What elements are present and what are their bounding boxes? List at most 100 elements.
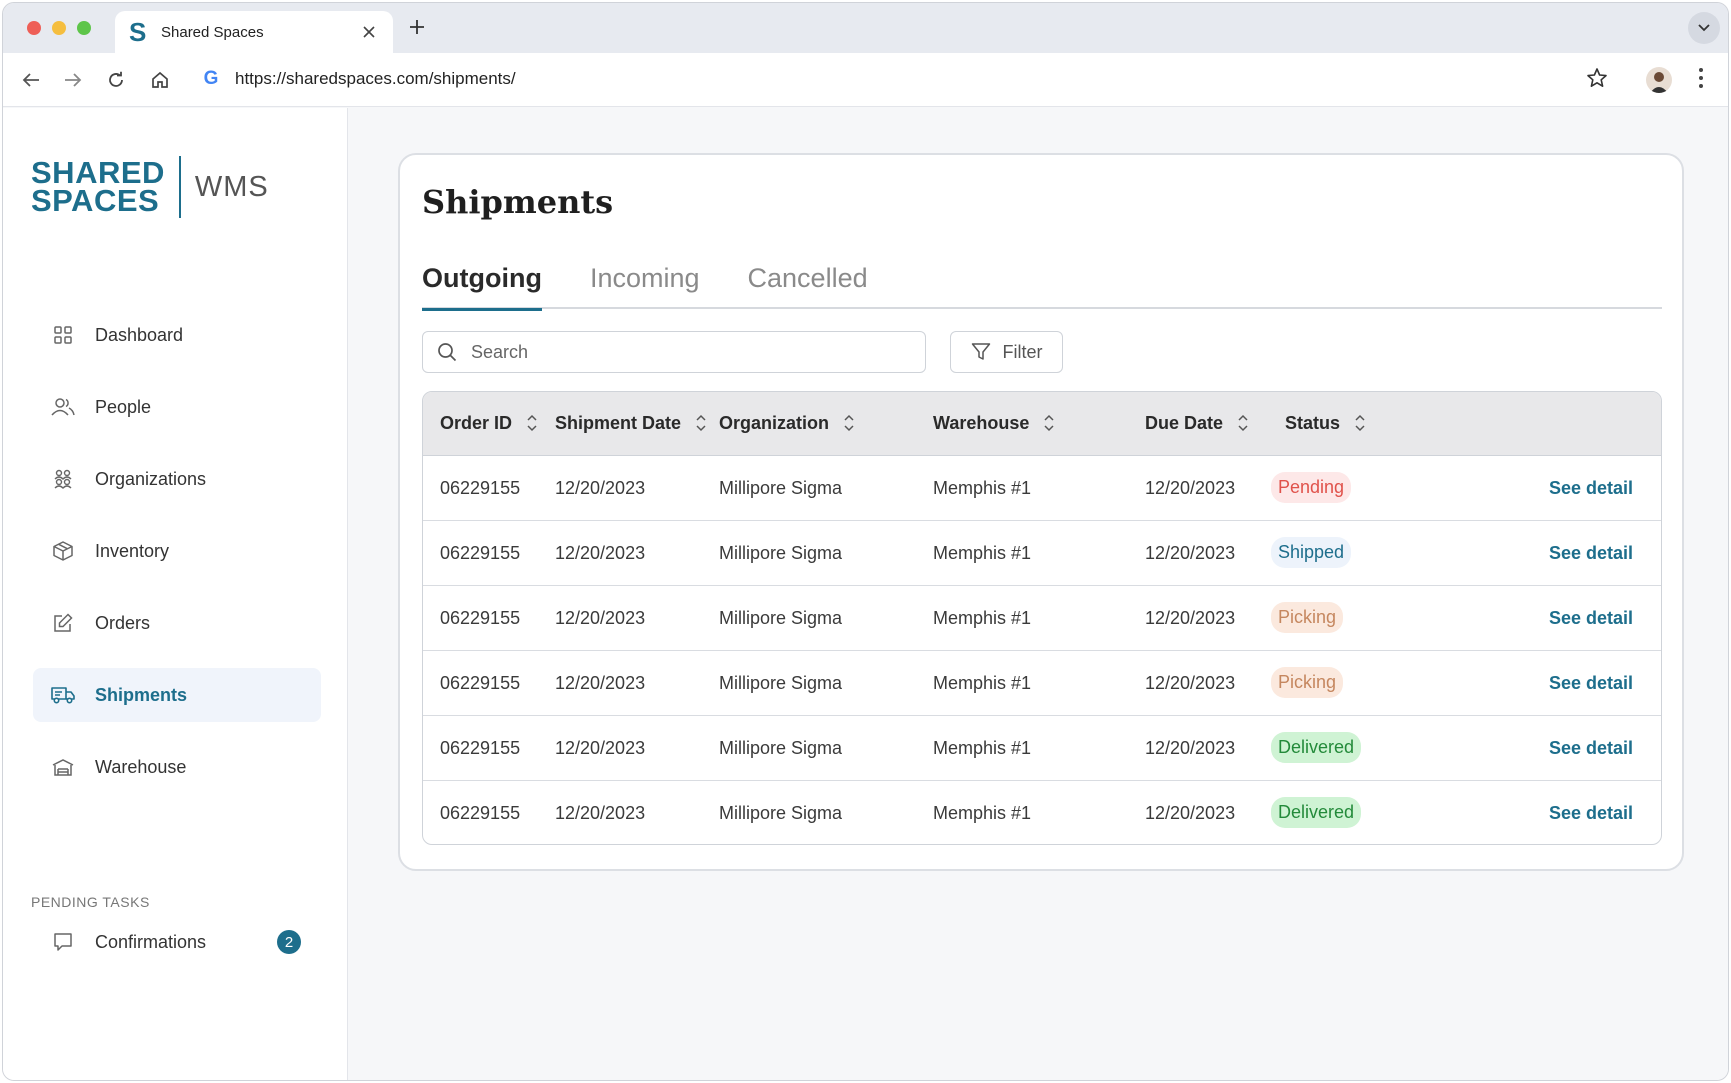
warehouse-cell: Memphis #1	[933, 608, 1032, 628]
organizations-icon	[51, 467, 75, 491]
order-id-cell: 06229155	[440, 478, 521, 498]
confirmation-icon	[51, 930, 75, 954]
tab-incoming[interactable]: Incoming	[590, 263, 700, 309]
sidebar-item-label: Warehouse	[95, 756, 187, 777]
search-box	[422, 331, 926, 373]
sidebar-item-label: Dashboard	[95, 324, 184, 345]
sidebar-item-label: Shipments	[95, 684, 188, 705]
reload-button[interactable]	[104, 68, 128, 92]
back-button[interactable]	[19, 68, 43, 92]
browser-window: S Shared Spaces G https://sharedspaces.c…	[2, 2, 1729, 1081]
sidebar-item-label: Organizations	[95, 468, 207, 489]
column-header-due-date[interactable]: Due Date	[1145, 412, 1249, 434]
see-detail-link[interactable]: See detail	[1549, 738, 1633, 759]
box-icon	[51, 539, 75, 563]
more-vertical-icon	[1699, 68, 1703, 88]
table-row: 06229155 12/20/2023 Millipore Sigma Memp…	[423, 586, 1661, 651]
table-header: Order ID Shipment Date Organization Ware…	[423, 392, 1661, 456]
see-detail-link[interactable]: See detail	[1549, 543, 1633, 564]
forward-button[interactable]	[61, 68, 85, 92]
warehouse-cell: Memphis #1	[933, 543, 1032, 563]
address-bar[interactable]: https://sharedspaces.com/shipments/	[235, 69, 516, 89]
sidebar-item-inventory[interactable]: Inventory	[33, 524, 321, 578]
shipments-table: Order ID Shipment Date Organization Ware…	[422, 391, 1662, 845]
minimize-window-button[interactable]	[52, 21, 66, 35]
browser-tabstrip: S Shared Spaces	[3, 3, 1728, 53]
close-tab-icon[interactable]	[359, 22, 379, 43]
sidebar-item-label: Inventory	[95, 540, 170, 561]
bookmark-button[interactable]	[1586, 67, 1610, 91]
logo-product-name: WMS	[194, 170, 269, 203]
order-id-cell: 06229155	[440, 803, 521, 823]
due-date-cell: 12/20/2023	[1145, 608, 1236, 628]
browser-tab[interactable]: S Shared Spaces	[115, 11, 393, 53]
logo-divider	[178, 156, 181, 218]
sort-icon	[527, 414, 537, 432]
sort-icon	[1044, 414, 1054, 432]
sidebar-item-organizations[interactable]: Organizations	[33, 452, 321, 506]
table-row: 06229155 12/20/2023 Millipore Sigma Memp…	[423, 781, 1661, 844]
column-header-order-id[interactable]: Order ID	[440, 412, 538, 434]
status-badge: Pending	[1271, 472, 1352, 503]
column-header-organization[interactable]: Organization	[719, 412, 855, 434]
column-header-status[interactable]: Status	[1285, 412, 1366, 434]
sort-icon	[1355, 414, 1365, 432]
new-tab-button[interactable]	[405, 14, 429, 42]
status-badge: Delivered	[1271, 732, 1362, 763]
search-input[interactable]	[471, 341, 891, 363]
tab-outgoing[interactable]: Outgoing	[422, 263, 542, 311]
sidebar-item-orders[interactable]: Orders	[33, 596, 321, 650]
sidebar-item-warehouse[interactable]: Warehouse	[33, 740, 321, 794]
arrow-left-icon	[22, 73, 39, 87]
google-icon: G	[203, 68, 219, 89]
confirmations-count-badge: 2	[277, 930, 301, 954]
sidebar-item-confirmations[interactable]: Confirmations 2	[33, 915, 321, 969]
status-badge: Picking	[1271, 667, 1344, 698]
warehouse-cell: Memphis #1	[933, 673, 1032, 693]
warehouse-cell: Memphis #1	[933, 803, 1032, 823]
sidebar-item-label: Confirmations	[95, 931, 207, 952]
home-button[interactable]	[148, 68, 172, 92]
pending-tasks-heading: PENDING TASKS	[31, 894, 150, 910]
order-id-cell: 06229155	[440, 738, 521, 758]
due-date-cell: 12/20/2023	[1145, 543, 1236, 563]
column-header-shipment-date[interactable]: Shipment Date	[555, 412, 707, 434]
organization-cell: Millipore Sigma	[719, 803, 843, 823]
tab-cancelled[interactable]: Cancelled	[748, 263, 868, 309]
shipment-tabs: Outgoing Incoming Cancelled	[422, 263, 1662, 311]
browser-menu-button[interactable]	[1698, 67, 1708, 93]
see-detail-link[interactable]: See detail	[1549, 673, 1633, 694]
sidebar-item-people[interactable]: People	[33, 380, 321, 434]
sidebar-item-shipments[interactable]: Shipments	[33, 668, 321, 722]
main-content: Shipments Outgoing Incoming Cancelled Fi…	[348, 108, 1728, 1080]
star-icon	[1587, 68, 1607, 87]
organization-cell: Millipore Sigma	[719, 478, 843, 498]
logo-wordmark: SHARED SPACES	[31, 155, 165, 218]
column-header-warehouse[interactable]: Warehouse	[933, 412, 1055, 434]
see-detail-link[interactable]: See detail	[1549, 608, 1633, 629]
browser-tab-title: Shared Spaces	[161, 23, 264, 41]
profile-avatar[interactable]	[1646, 67, 1672, 93]
filter-icon	[971, 343, 990, 360]
filter-button[interactable]: Filter	[950, 331, 1063, 373]
search-icon	[438, 343, 457, 362]
sort-icon	[844, 414, 854, 432]
sidebar-item-dashboard[interactable]: Dashboard	[33, 308, 321, 362]
shipment-date-cell: 12/20/2023	[555, 673, 646, 693]
maximize-window-button[interactable]	[77, 21, 91, 35]
organization-cell: Millipore Sigma	[719, 738, 843, 758]
truck-icon	[51, 683, 75, 707]
logo[interactable]: SHARED SPACES WMS	[31, 156, 269, 218]
tab-search-button[interactable]	[1688, 12, 1720, 44]
page-title: Shipments	[422, 183, 614, 221]
filter-label: Filter	[1002, 341, 1043, 362]
arrow-right-icon	[65, 73, 82, 87]
chevron-down-icon	[1698, 24, 1710, 32]
organization-cell: Millipore Sigma	[719, 673, 843, 693]
dashboard-grid-icon	[51, 323, 75, 347]
close-window-button[interactable]	[27, 21, 41, 35]
shipment-date-cell: 12/20/2023	[555, 478, 646, 498]
order-id-cell: 06229155	[440, 608, 521, 628]
see-detail-link[interactable]: See detail	[1549, 478, 1633, 499]
see-detail-link[interactable]: See detail	[1549, 803, 1633, 824]
